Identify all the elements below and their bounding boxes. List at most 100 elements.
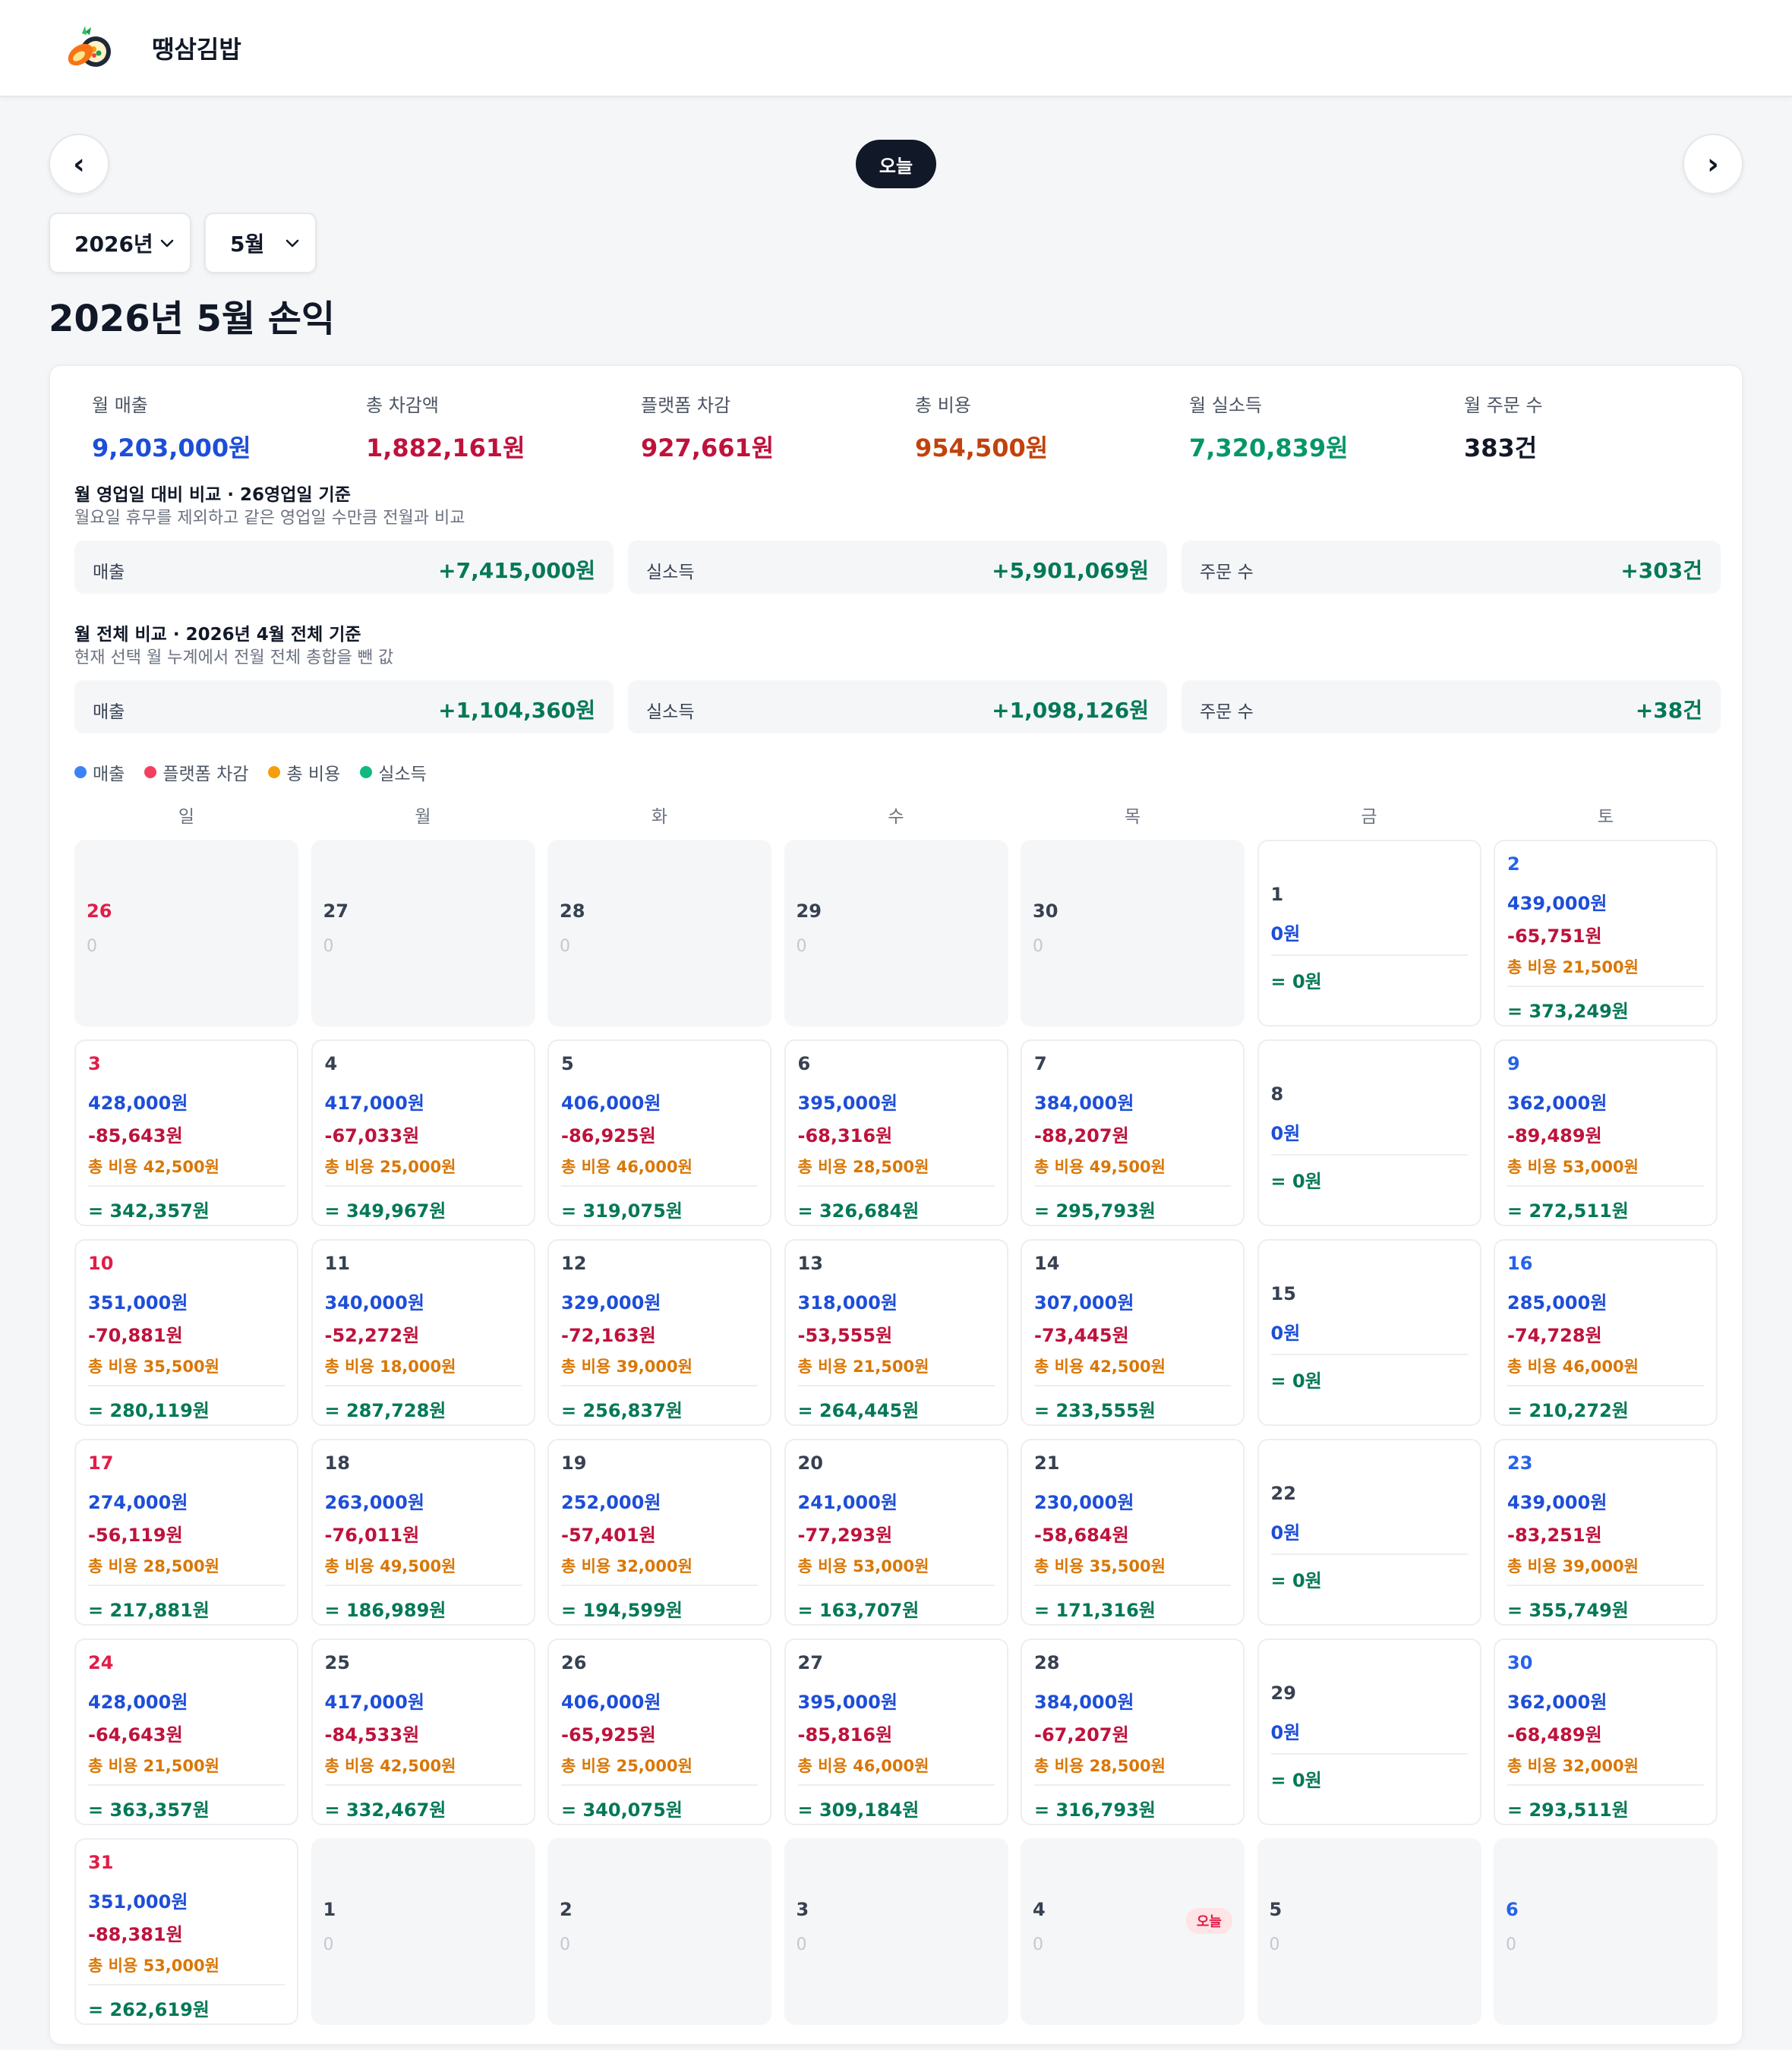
day-platform-deduction: -57,401원 [561,1525,656,1546]
day-number: 12 [561,1253,587,1274]
calendar-day[interactable]: 31 351,000원 -88,381원 총 비용 53,000원 = 262,619원 [74,1838,298,2025]
day-total-cost: 총 비용 39,000원 [561,1355,758,1386]
day-number: 3 [796,1899,809,1920]
day-revenue: 0원 [1270,1318,1468,1355]
calendar-day[interactable]: 22 0원 = 0원 [1257,1439,1481,1626]
calendar-day[interactable]: 17 274,000원 -56,119원 총 비용 28,500원 = 217,881원 [74,1439,298,1626]
calendar-day[interactable]: 29 0원 = 0원 [1257,1638,1481,1825]
calendar-day[interactable]: 1 0원 = 0원 [1257,840,1481,1027]
kimbap-logo-icon[interactable] [62,24,114,71]
day-total-cost: 총 비용 53,000원 [797,1554,995,1586]
summary-total-cost: 총 비용 954,500원 [915,390,1173,464]
calendar-day[interactable]: 10 351,000원 -70,881원 총 비용 35,500원 = 280,119원 [74,1239,298,1426]
legend-total-cost: 총 비용 [268,759,340,785]
calendar-day[interactable]: 15 0원 = 0원 [1257,1239,1481,1426]
compare-business-net: 실소득 +5,901,069원 [628,541,1167,594]
calendar-day[interactable]: 18 263,000원 -76,011원 총 비용 49,500원 = 186,989원 [311,1439,535,1626]
day-number: 22 [1270,1483,1296,1504]
year-select[interactable]: 2026년 [49,213,191,273]
day-revenue: 252,000원 [561,1492,661,1513]
calendar-day-outside[interactable]: 26 0 [74,840,298,1027]
calendar-day[interactable]: 21 230,000원 -58,684원 총 비용 35,500원 = 171,316원 [1021,1439,1245,1626]
day-number: 3 [88,1053,101,1074]
calendar-day-outside[interactable]: 29 0 [784,840,1008,1027]
compare-value: +38건 [1635,698,1702,723]
day-platform-deduction: -77,293원 [797,1525,893,1546]
calendar-day[interactable]: 16 285,000원 -74,728원 총 비용 46,000원 = 210,272원 [1494,1239,1718,1426]
calendar-day[interactable]: 27 395,000원 -85,816원 총 비용 46,000원 = 309,184원 [784,1638,1008,1825]
day-number: 21 [1034,1452,1060,1474]
calendar-day[interactable]: 26 406,000원 -65,925원 총 비용 25,000원 = 340,075원 [547,1638,771,1825]
calendar-day-outside[interactable]: 30 0 [1021,840,1245,1027]
compare-business-title: 월 영업일 대비 비교 · 26영업일 기준 [74,485,351,505]
day-revenue: 329,000원 [561,1292,661,1314]
month-select[interactable]: 5월 [204,213,317,273]
compare-business-subtitle: 월요일 휴무를 제외하고 같은 영업일 수만큼 전월과 비교 [74,509,465,528]
brand-name: 땡삼김밥 [152,35,241,64]
calendar-day[interactable]: 9 362,000원 -89,489원 총 비용 53,000원 = 272,511원 [1494,1039,1718,1226]
day-net-income: = 332,467원 [324,1799,446,1821]
day-revenue: 0원 [1270,919,1468,956]
calendar-day-outside[interactable]: 28 0 [547,840,771,1027]
summary-value: 383건 [1464,434,1538,462]
calendar-day-outside[interactable]: 20 [547,1838,771,2025]
day-net-income: = 163,707원 [797,1600,920,1621]
calendar-day-outside[interactable]: 27 0 [311,840,535,1027]
compare-label: 주문 수 [1200,563,1254,582]
calendar-day[interactable]: 3 428,000원 -85,643원 총 비용 42,500원 = 342,357원 [74,1039,298,1226]
day-net-income: = 194,599원 [561,1600,683,1621]
calendar-day[interactable]: 6 395,000원 -68,316원 총 비용 28,500원 = 326,684원 [784,1039,1008,1226]
day-revenue: 439,000원 [1507,1492,1607,1513]
calendar-day[interactable]: 23 439,000원 -83,251원 총 비용 39,000원 = 355,749원 [1494,1439,1718,1626]
calendar-day[interactable]: 20 241,000원 -77,293원 총 비용 53,000원 = 163,707원 [784,1439,1008,1626]
calendar-day[interactable]: 4 417,000원 -67,033원 총 비용 25,000원 = 349,967원 [311,1039,535,1226]
day-number: 19 [561,1452,587,1474]
legend-net-income: 실소득 [360,759,427,785]
day-platform-deduction: -58,684원 [1034,1525,1129,1546]
day-platform-deduction: -67,207원 [1034,1724,1129,1746]
summary-value: 7,320,839원 [1189,434,1349,462]
day-net-income: = 309,184원 [797,1799,920,1821]
day-total-cost: 총 비용 28,500원 [88,1554,285,1586]
day-zero-value: 0 [87,937,97,956]
day-revenue: 0원 [1270,1518,1468,1555]
calendar-day-outside[interactable]: 50 [1257,1838,1481,2025]
calendar-day[interactable]: 7 384,000원 -88,207원 총 비용 49,500원 = 295,793원 [1021,1039,1245,1226]
day-number: 4 [324,1053,338,1074]
day-revenue: 384,000원 [1034,1093,1134,1114]
day-number: 6 [797,1053,811,1074]
calendar-day[interactable]: 14 307,000원 -73,445원 총 비용 42,500원 = 233,555원 [1021,1239,1245,1426]
day-number: 13 [797,1253,823,1274]
day-total-cost: 총 비용 42,500원 [324,1754,522,1786]
calendar-day[interactable]: 19 252,000원 -57,401원 총 비용 32,000원 = 194,599원 [547,1439,771,1626]
day-total-cost: 총 비용 32,000원 [1507,1754,1704,1786]
calendar-day[interactable]: 25 417,000원 -84,533원 총 비용 42,500원 = 332,467원 [311,1638,535,1825]
day-number: 28 [1034,1652,1060,1673]
day-platform-deduction: -88,207원 [1034,1125,1129,1146]
calendar-day-outside[interactable]: 30 [784,1838,1008,2025]
calendar-day[interactable]: 30 362,000원 -68,489원 총 비용 32,000원 = 293,511원 [1494,1638,1718,1825]
legend-label: 플랫폼 차감 [162,765,249,784]
compare-full-net: 실소득 +1,098,126원 [628,680,1167,733]
day-platform-deduction: -67,033원 [324,1125,420,1146]
today-button[interactable]: 오늘 [856,140,936,188]
compare-label: 실소득 [646,702,695,722]
summary-value: 1,882,161원 [366,434,525,462]
calendar-day[interactable]: 5 406,000원 -86,925원 총 비용 46,000원 = 319,075원 [547,1039,771,1226]
calendar-day[interactable]: 2 439,000원 -65,751원 총 비용 21,500원 = 373,249원 [1494,840,1718,1027]
next-month-button[interactable]: › [1683,134,1743,194]
calendar-day-outside[interactable]: 10 [311,1838,535,2025]
calendar-day[interactable]: 24 428,000원 -64,643원 총 비용 21,500원 = 363,357원 [74,1638,298,1825]
calendar-day[interactable]: 13 318,000원 -53,555원 총 비용 21,500원 = 264,445원 [784,1239,1008,1426]
calendar-day[interactable]: 11 340,000원 -52,272원 총 비용 18,000원 = 287,728원 [311,1239,535,1426]
day-number: 1 [1270,884,1284,905]
calendar-day[interactable]: 28 384,000원 -67,207원 총 비용 28,500원 = 316,793원 [1021,1638,1245,1825]
day-number: 29 [796,900,822,922]
calendar-day-outside[interactable]: 60 [1494,1838,1718,2025]
day-net-income: = 355,749원 [1507,1600,1629,1621]
weekday-label: 토 [1597,807,1614,827]
calendar-day-outside[interactable]: 4 0 오늘 [1021,1838,1245,2025]
prev-month-button[interactable]: ‹ [49,134,109,194]
calendar-day[interactable]: 8 0원 = 0원 [1257,1039,1481,1226]
calendar-day[interactable]: 12 329,000원 -72,163원 총 비용 39,000원 = 256,837원 [547,1239,771,1426]
